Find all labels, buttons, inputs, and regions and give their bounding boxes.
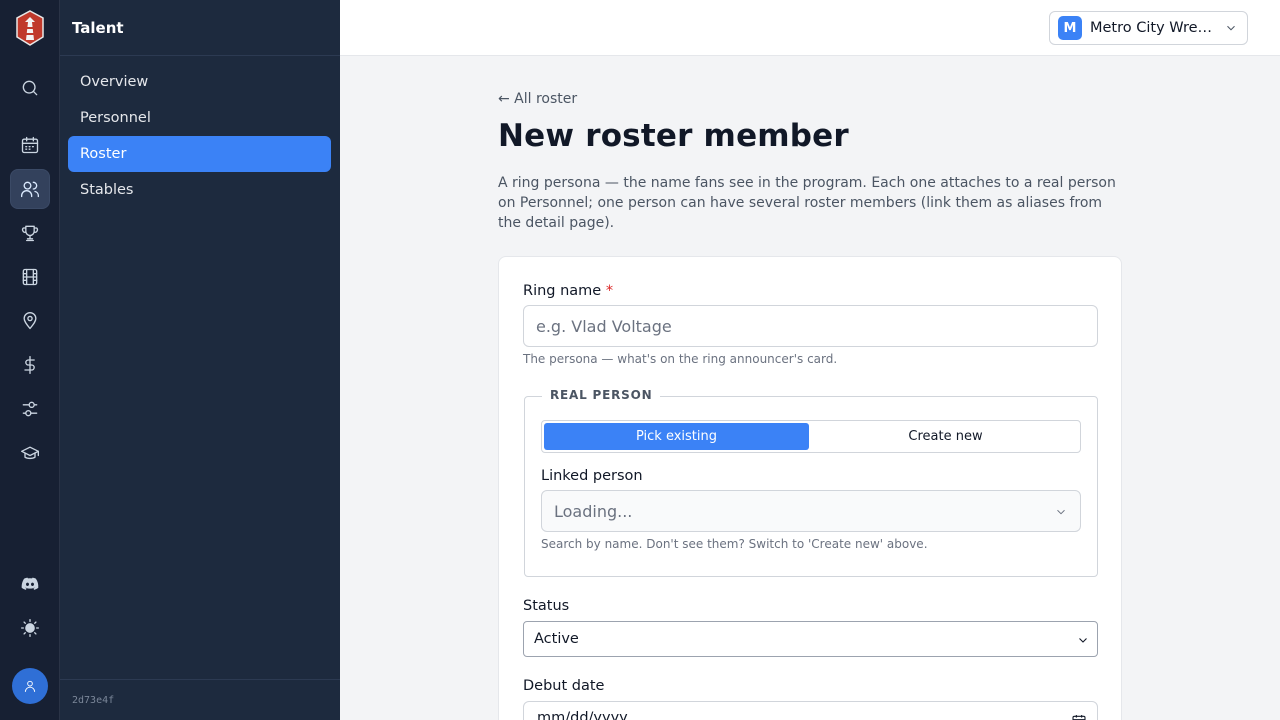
discord-icon xyxy=(21,577,39,590)
status-value: Active xyxy=(534,631,579,647)
finance-nav-button[interactable] xyxy=(10,345,50,385)
create-new-option[interactable]: Create new xyxy=(813,423,1078,450)
page-description: A ring persona — the name fans see in th… xyxy=(498,175,1116,231)
top-bar: M Metro City Wrestling xyxy=(340,0,1280,56)
sidebar-item-overview[interactable]: Overview xyxy=(68,64,331,100)
ring-name-input[interactable] xyxy=(523,305,1098,347)
users-icon xyxy=(21,181,39,198)
calendar-icon[interactable] xyxy=(1071,713,1087,720)
status-select[interactable]: Active xyxy=(523,621,1098,657)
dollar-icon xyxy=(24,356,35,374)
trophy-icon xyxy=(21,225,39,242)
pick-existing-option[interactable]: Pick existing xyxy=(544,423,809,450)
map-pin-icon xyxy=(23,312,37,330)
chevron-down-icon xyxy=(1079,638,1087,643)
icon-rail xyxy=(0,0,60,720)
real-person-legend: REAL PERSON xyxy=(542,388,661,402)
required-marker: * xyxy=(605,283,614,299)
film-icon xyxy=(22,268,38,286)
section-sidebar: Talent Overview Personnel Roster Stables… xyxy=(60,0,340,720)
talent-nav-button[interactable] xyxy=(10,169,50,209)
chevron-down-icon xyxy=(1057,509,1065,515)
search-nav-button[interactable] xyxy=(10,68,50,108)
debut-date-label: Debut date xyxy=(523,678,605,694)
linked-person-label: Linked person xyxy=(541,468,643,484)
sidebar-item-roster[interactable]: Roster xyxy=(68,136,331,172)
chevron-down-icon xyxy=(1227,25,1235,31)
championships-nav-button[interactable] xyxy=(10,213,50,253)
graduation-cap-icon xyxy=(21,446,39,460)
linked-person-combobox[interactable]: Loading... xyxy=(541,490,1081,532)
sidebar-item-personnel[interactable]: Personnel xyxy=(68,100,331,136)
sun-icon xyxy=(21,619,39,637)
search-icon xyxy=(22,80,38,96)
ring-name-hint: The persona — what's on the ring announc… xyxy=(523,352,838,366)
real-person-fieldset: REAL PERSON Pick existing Create new Lin… xyxy=(524,388,1098,577)
linked-person-value: Loading... xyxy=(554,501,633,521)
linked-person-hint: Search by name. Don't see them? Switch t… xyxy=(541,537,928,551)
person-mode-toggle: Pick existing Create new xyxy=(541,420,1081,453)
venues-nav-button[interactable] xyxy=(10,301,50,341)
settings-nav-button[interactable] xyxy=(10,389,50,429)
page-title: New roster member xyxy=(498,118,849,154)
user-avatar-button[interactable] xyxy=(12,668,48,704)
debut-date-placeholder: mm/dd/yyyy xyxy=(537,710,628,720)
media-nav-button[interactable] xyxy=(10,257,50,297)
back-link[interactable]: ← All roster xyxy=(498,91,577,107)
discord-link[interactable] xyxy=(10,564,50,604)
org-name: Metro City Wrestling xyxy=(1090,20,1218,36)
sidebar-item-stables[interactable]: Stables xyxy=(68,172,331,208)
build-hash: 2d73e4f xyxy=(60,679,340,720)
lighthouse-logo[interactable] xyxy=(15,10,45,46)
status-label: Status xyxy=(523,598,570,614)
section-title: Talent xyxy=(60,0,340,56)
training-nav-button[interactable] xyxy=(10,433,50,473)
ring-name-label-text: Ring name xyxy=(523,283,602,299)
user-icon xyxy=(24,680,36,692)
org-initial-badge: M xyxy=(1058,16,1082,40)
debut-date-input[interactable]: mm/dd/yyyy xyxy=(523,701,1098,720)
sliders-icon xyxy=(22,401,38,417)
organization-switcher[interactable]: M Metro City Wrestling xyxy=(1049,11,1248,45)
roster-form-card: Ring name * The persona — what's on the … xyxy=(498,256,1122,720)
calendar-nav-button[interactable] xyxy=(10,125,50,165)
theme-toggle-button[interactable] xyxy=(10,608,50,648)
ring-name-label: Ring name * xyxy=(523,283,613,299)
calendar-icon xyxy=(21,136,39,154)
